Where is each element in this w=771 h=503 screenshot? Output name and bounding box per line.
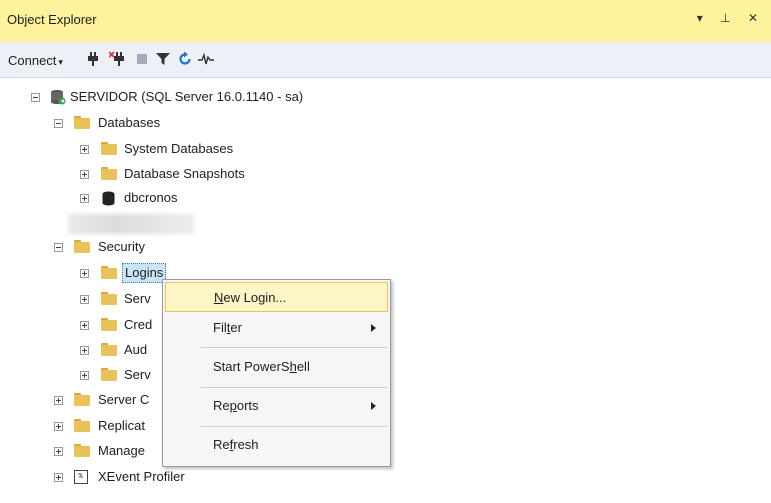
- menu-separator: [201, 426, 387, 427]
- tree-node-databases[interactable]: Databases: [0, 112, 300, 134]
- menu-item-refresh[interactable]: Refresh: [165, 430, 388, 460]
- panel-title: Object Explorer: [7, 12, 97, 27]
- disconnect-icon[interactable]: [109, 51, 125, 67]
- folder-icon: [74, 393, 90, 406]
- folder-icon: [74, 419, 90, 432]
- connect-dropdown-icon: ▾: [58, 57, 63, 67]
- filter-icon[interactable]: [155, 51, 171, 67]
- server-icon: [51, 90, 66, 105]
- server-audit-specs-label: Serv: [124, 367, 151, 382]
- panel-window-controls[interactable]: ▾ ⊥ ✕: [697, 11, 765, 25]
- expand-icon[interactable]: [54, 422, 63, 431]
- menu-item-filter[interactable]: Filter: [165, 313, 388, 343]
- collapse-icon[interactable]: [54, 119, 63, 128]
- object-explorer-titlebar: Object Explorer ▾ ⊥ ✕: [0, 0, 771, 42]
- expand-icon[interactable]: [54, 396, 63, 405]
- folder-icon: [101, 167, 117, 180]
- context-menu: New Login... Filter Start PowerShell Rep…: [162, 279, 391, 467]
- expand-icon[interactable]: [80, 371, 89, 380]
- new-login-label: New Login...: [214, 290, 287, 305]
- folder-icon: [74, 240, 90, 253]
- menu-item-start-powershell[interactable]: Start PowerShell: [165, 352, 388, 382]
- xevent-profiler-icon: [74, 470, 88, 484]
- connect-label: Connect: [8, 53, 57, 68]
- reports-label: Reports: [213, 398, 259, 413]
- folder-icon: [101, 318, 117, 331]
- xevent-profiler-label: XEvent Profiler: [98, 469, 185, 484]
- collapse-icon[interactable]: [31, 93, 40, 102]
- submenu-arrow-icon: [371, 402, 376, 410]
- filter-label: Filter: [213, 320, 242, 335]
- tree-node-database-snapshots[interactable]: Database Snapshots: [0, 163, 300, 185]
- server-label: SERVIDOR (SQL Server 16.0.1140 - sa): [70, 89, 304, 104]
- folder-icon: [101, 368, 117, 381]
- tree-node-server[interactable]: SERVIDOR (SQL Server 16.0.1140 - sa): [0, 86, 400, 108]
- tree-node-system-databases[interactable]: System Databases: [0, 138, 300, 160]
- stop-icon[interactable]: [134, 51, 150, 67]
- replication-label: Replicat: [98, 418, 145, 433]
- credentials-label: Cred: [124, 317, 153, 332]
- menu-item-reports[interactable]: Reports: [165, 391, 388, 421]
- expand-icon[interactable]: [54, 447, 63, 456]
- menu-item-new-login[interactable]: New Login...: [165, 282, 388, 312]
- folder-icon: [101, 292, 117, 305]
- databases-label: Databases: [98, 115, 161, 130]
- system-databases-label: System Databases: [124, 141, 234, 156]
- tree-node-dbcronos[interactable]: dbcronos: [0, 187, 300, 209]
- expand-icon[interactable]: [54, 473, 63, 482]
- activity-monitor-icon[interactable]: [198, 51, 214, 67]
- folder-icon: [74, 116, 90, 129]
- connect-button[interactable]: Connect ▾: [8, 53, 63, 68]
- connect-plug-icon[interactable]: [85, 51, 101, 67]
- folder-icon: [101, 142, 117, 155]
- expand-icon[interactable]: [80, 346, 89, 355]
- server-objects-label: Server C: [98, 392, 150, 407]
- expand-icon[interactable]: [80, 145, 89, 154]
- audits-label: Aud: [124, 342, 148, 357]
- logins-label: Logins: [122, 263, 167, 283]
- expand-icon[interactable]: [80, 321, 89, 330]
- object-explorer-toolbar: Connect ▾: [0, 42, 771, 78]
- refresh-icon[interactable]: [177, 51, 193, 67]
- expand-icon[interactable]: [80, 295, 89, 304]
- start-powershell-label: Start PowerShell: [213, 359, 310, 374]
- database-snapshots-label: Database Snapshots: [124, 166, 245, 181]
- expand-icon[interactable]: [80, 194, 89, 203]
- tree-node-xevent-profiler[interactable]: XEvent Profiler: [0, 466, 300, 488]
- menu-separator: [201, 387, 387, 388]
- dbcronos-label: dbcronos: [124, 190, 178, 205]
- folder-icon: [101, 343, 117, 356]
- security-label: Security: [98, 239, 145, 254]
- redacted-area: [68, 214, 194, 234]
- tree-node-security[interactable]: Security: [0, 236, 300, 258]
- expand-icon[interactable]: [80, 269, 89, 278]
- management-label: Manage: [98, 443, 145, 458]
- refresh-label: Refresh: [213, 437, 259, 452]
- menu-separator: [201, 347, 387, 348]
- folder-icon: [101, 266, 117, 279]
- folder-icon: [74, 444, 90, 457]
- expand-icon[interactable]: [80, 170, 89, 179]
- server-roles-label: Serv: [124, 291, 151, 306]
- collapse-icon[interactable]: [54, 243, 63, 252]
- submenu-arrow-icon: [371, 324, 376, 332]
- database-icon: [102, 191, 115, 206]
